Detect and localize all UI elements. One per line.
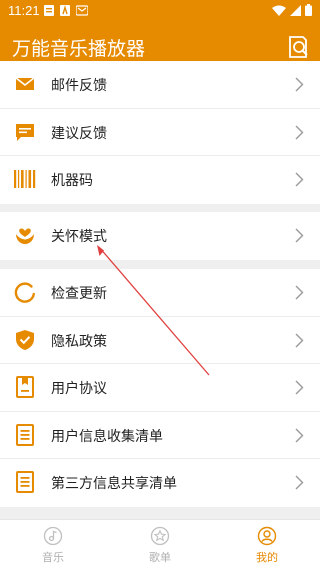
feedback-group: 邮件反馈 建议反馈 机器码 [0,61,320,204]
settings-row-machine-code[interactable]: 机器码 [0,156,320,204]
notification-icon [60,5,70,16]
settings-row-suggestion-feedback[interactable]: 建议反馈 [0,109,320,156]
row-label: 邮件反馈 [51,78,107,94]
chevron-right-icon [295,285,304,300]
settings-row-user-info-list[interactable]: 用户信息收集清单 [0,412,320,459]
music-note-icon [43,526,63,546]
nav-tab-playlist[interactable]: 歌单 [130,526,190,565]
notification-icon [76,5,88,16]
message-icon [16,123,34,141]
status-system-icons [272,4,312,16]
row-label: 机器码 [51,173,93,189]
chevron-right-icon [295,228,304,243]
row-label: 检查更新 [51,286,107,302]
settings-row-user-agreement[interactable]: 用户协议 [0,364,320,412]
row-label: 隐私政策 [51,333,107,350]
row-label: 用户信息收集清单 [51,428,163,445]
chevron-right-icon [295,172,304,187]
barcode-icon [14,170,36,188]
chevron-right-icon [295,77,304,92]
bottom-navigation: 音乐 歌单 我的 [0,519,320,569]
signal-icon [290,4,301,16]
refresh-icon [14,282,35,303]
settings-row-third-party-share-list[interactable]: 第三方信息共享清单 [0,459,320,507]
shield-check-icon [16,329,34,350]
status-bar: 11:21 [0,0,320,22]
nav-tab-music[interactable]: 音乐 [23,526,83,565]
care-heart-icon [16,228,34,244]
wifi-icon [272,5,286,16]
list-doc-icon [16,423,34,446]
document-icon [16,376,34,398]
mail-icon [15,77,35,90]
chevron-right-icon [295,333,304,347]
settings-row-mail-feedback[interactable]: 邮件反馈 [0,61,320,109]
row-label: 建议反馈 [51,125,107,142]
nav-tab-mine[interactable]: 我的 [237,526,297,565]
status-time: 11:21 [8,3,40,18]
nav-label: 我的 [256,551,278,564]
row-label: 用户协议 [51,381,107,397]
nav-label: 歌单 [149,551,171,564]
row-label: 第三方信息共享清单 [51,476,177,492]
chevron-right-icon [295,125,304,139]
notification-icon [44,5,54,16]
status-notification-icons [44,5,88,16]
chevron-right-icon [295,475,304,490]
list-doc-icon [16,471,34,493]
care-mode-group: 关怀模式 [0,212,320,260]
settings-row-care-mode[interactable]: 关怀模式 [0,212,320,260]
app-title: 万能音乐播放器 [12,38,146,60]
chevron-right-icon [295,428,304,442]
chevron-right-icon [295,380,304,395]
settings-row-check-update[interactable]: 检查更新 [0,269,320,317]
row-label: 关怀模式 [51,229,107,245]
search-button[interactable] [284,33,312,61]
star-icon [150,526,170,546]
about-group: 检查更新 隐私政策 用户协议 用户信息收集清单 第三方信息共享清单 [0,269,320,507]
user-icon [257,526,277,546]
settings-row-privacy-policy[interactable]: 隐私政策 [0,317,320,364]
nav-label: 音乐 [42,551,64,564]
battery-icon [305,4,312,16]
search-document-icon [289,36,308,58]
